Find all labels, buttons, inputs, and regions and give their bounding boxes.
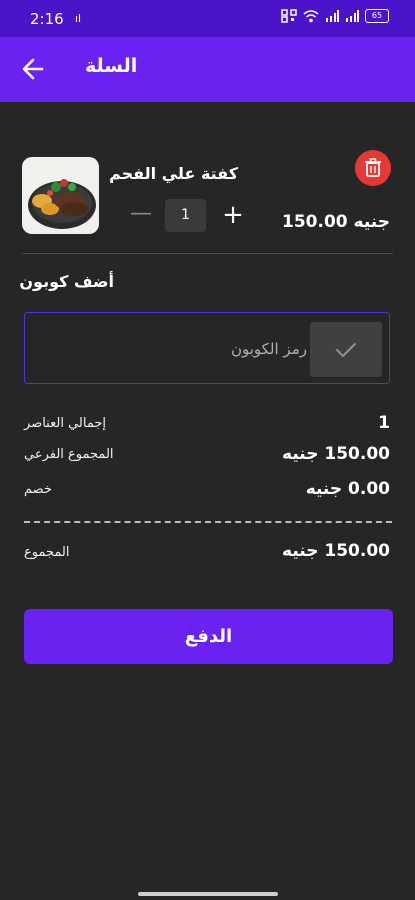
- signal-icon: [326, 10, 339, 22]
- dashed-divider: [24, 521, 392, 523]
- subtotal-label: المجموع الفرعي: [24, 447, 114, 462]
- apply-coupon-button[interactable]: [310, 322, 382, 377]
- home-gesture-handle[interactable]: [138, 892, 278, 896]
- quantity-field[interactable]: 1: [165, 199, 206, 232]
- battery-icon: 65: [365, 9, 389, 23]
- page-title: السلة: [85, 55, 138, 77]
- item-name: كفتة علي الفحم: [109, 164, 238, 183]
- increase-quantity-button[interactable]: +: [220, 200, 246, 230]
- item-price: 150.00 جنيه: [282, 212, 390, 232]
- total-label: المجموع: [24, 545, 70, 560]
- subtotal-value: 150.00 جنيه: [282, 444, 390, 464]
- pay-button[interactable]: الدفع: [24, 609, 393, 664]
- check-icon: [335, 342, 357, 358]
- coupon-input[interactable]: [35, 331, 309, 367]
- decrease-quantity-button[interactable]: —: [130, 203, 152, 225]
- divider: [22, 253, 393, 254]
- delete-item-button[interactable]: [355, 150, 391, 186]
- status-time: 2:16: [30, 10, 64, 28]
- arrow-left-icon: [22, 58, 44, 80]
- total-value: 150.00 جنيه: [282, 541, 390, 561]
- discount-label: خصم: [24, 482, 52, 497]
- signal-icon: [346, 10, 359, 22]
- items-total-label: إجمالي العناصر: [24, 416, 106, 431]
- status-notification-icon: ıl: [75, 12, 82, 25]
- app-bar: [0, 37, 415, 102]
- back-button[interactable]: [18, 51, 50, 87]
- qr-icon: [281, 9, 297, 23]
- items-total-value: 1: [378, 413, 390, 433]
- coupon-box: [24, 312, 390, 384]
- coupon-title: أضف كوبون: [19, 272, 114, 291]
- wifi-icon: [303, 9, 319, 22]
- status-right-icons: 65: [281, 9, 389, 23]
- trash-icon: [365, 158, 381, 177]
- item-image: [22, 157, 99, 234]
- discount-value: 0.00 جنيه: [305, 479, 390, 499]
